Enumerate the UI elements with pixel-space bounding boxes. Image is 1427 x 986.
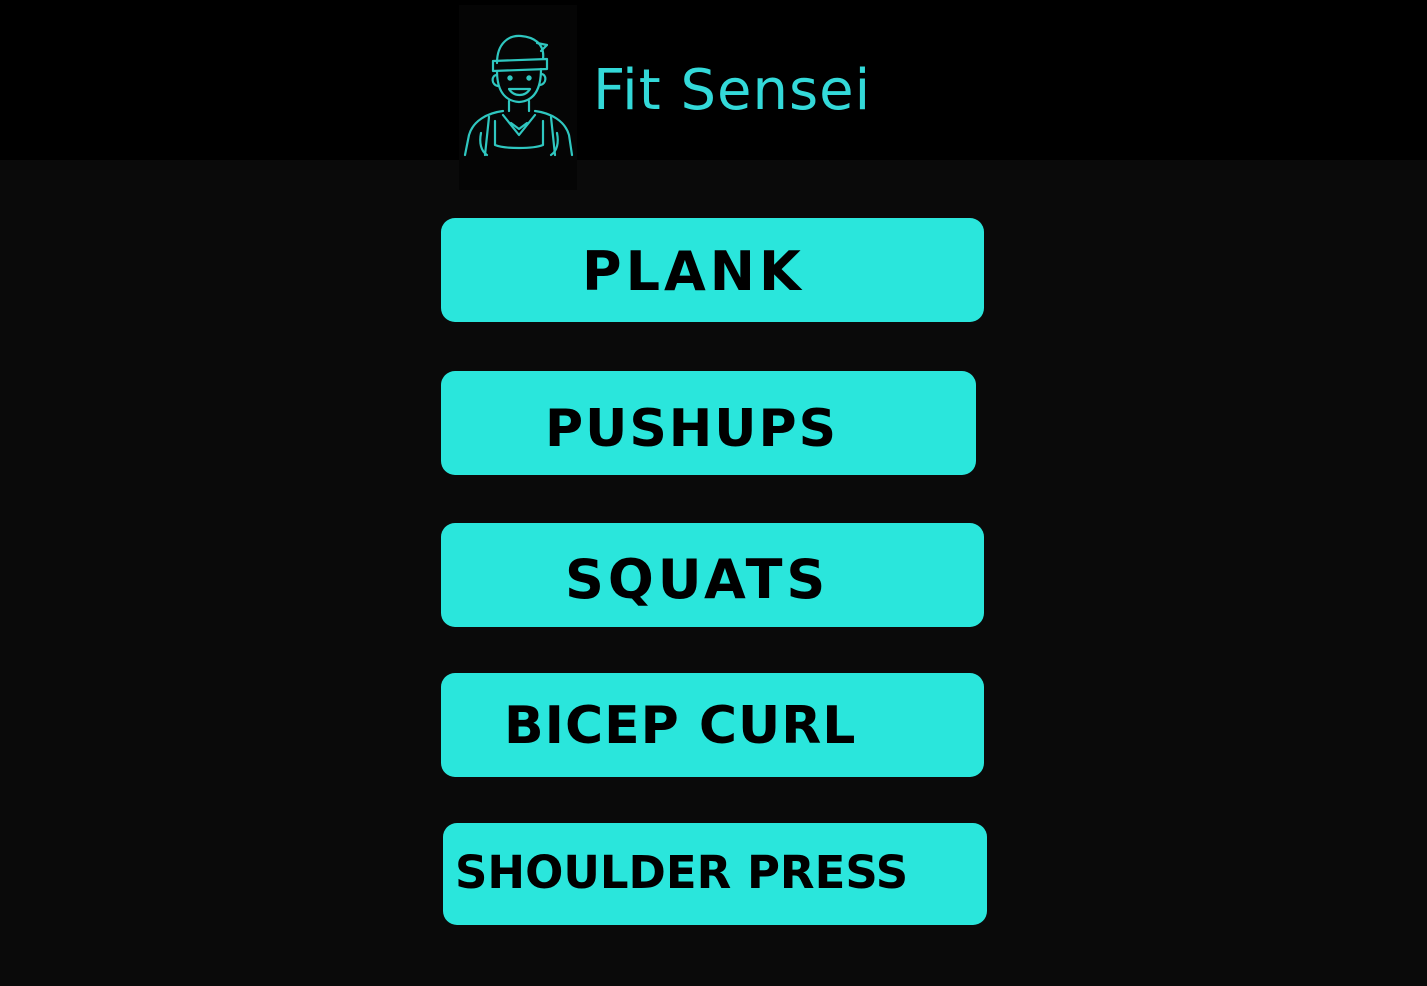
shoulder-press-button[interactable]: SHOULDER PRESS	[443, 823, 987, 925]
plank-button[interactable]: PLANK	[441, 218, 984, 322]
app-title: Fit Sensei	[593, 58, 872, 123]
squats-button[interactable]: SQUATS	[441, 523, 984, 627]
logo	[459, 5, 577, 190]
pushups-button-label: PUSHUPS	[545, 399, 839, 459]
plank-button-label: PLANK	[582, 240, 805, 303]
shoulder-press-button-label: SHOULDER PRESS	[455, 846, 909, 899]
bicep-curl-button-label: BICEP CURL	[504, 696, 857, 756]
pushups-button[interactable]: PUSHUPS	[441, 371, 976, 475]
app-header: Fit Sensei	[0, 0, 1427, 190]
bicep-curl-button[interactable]: BICEP CURL	[441, 673, 984, 777]
squats-button-label: SQUATS	[565, 548, 830, 611]
